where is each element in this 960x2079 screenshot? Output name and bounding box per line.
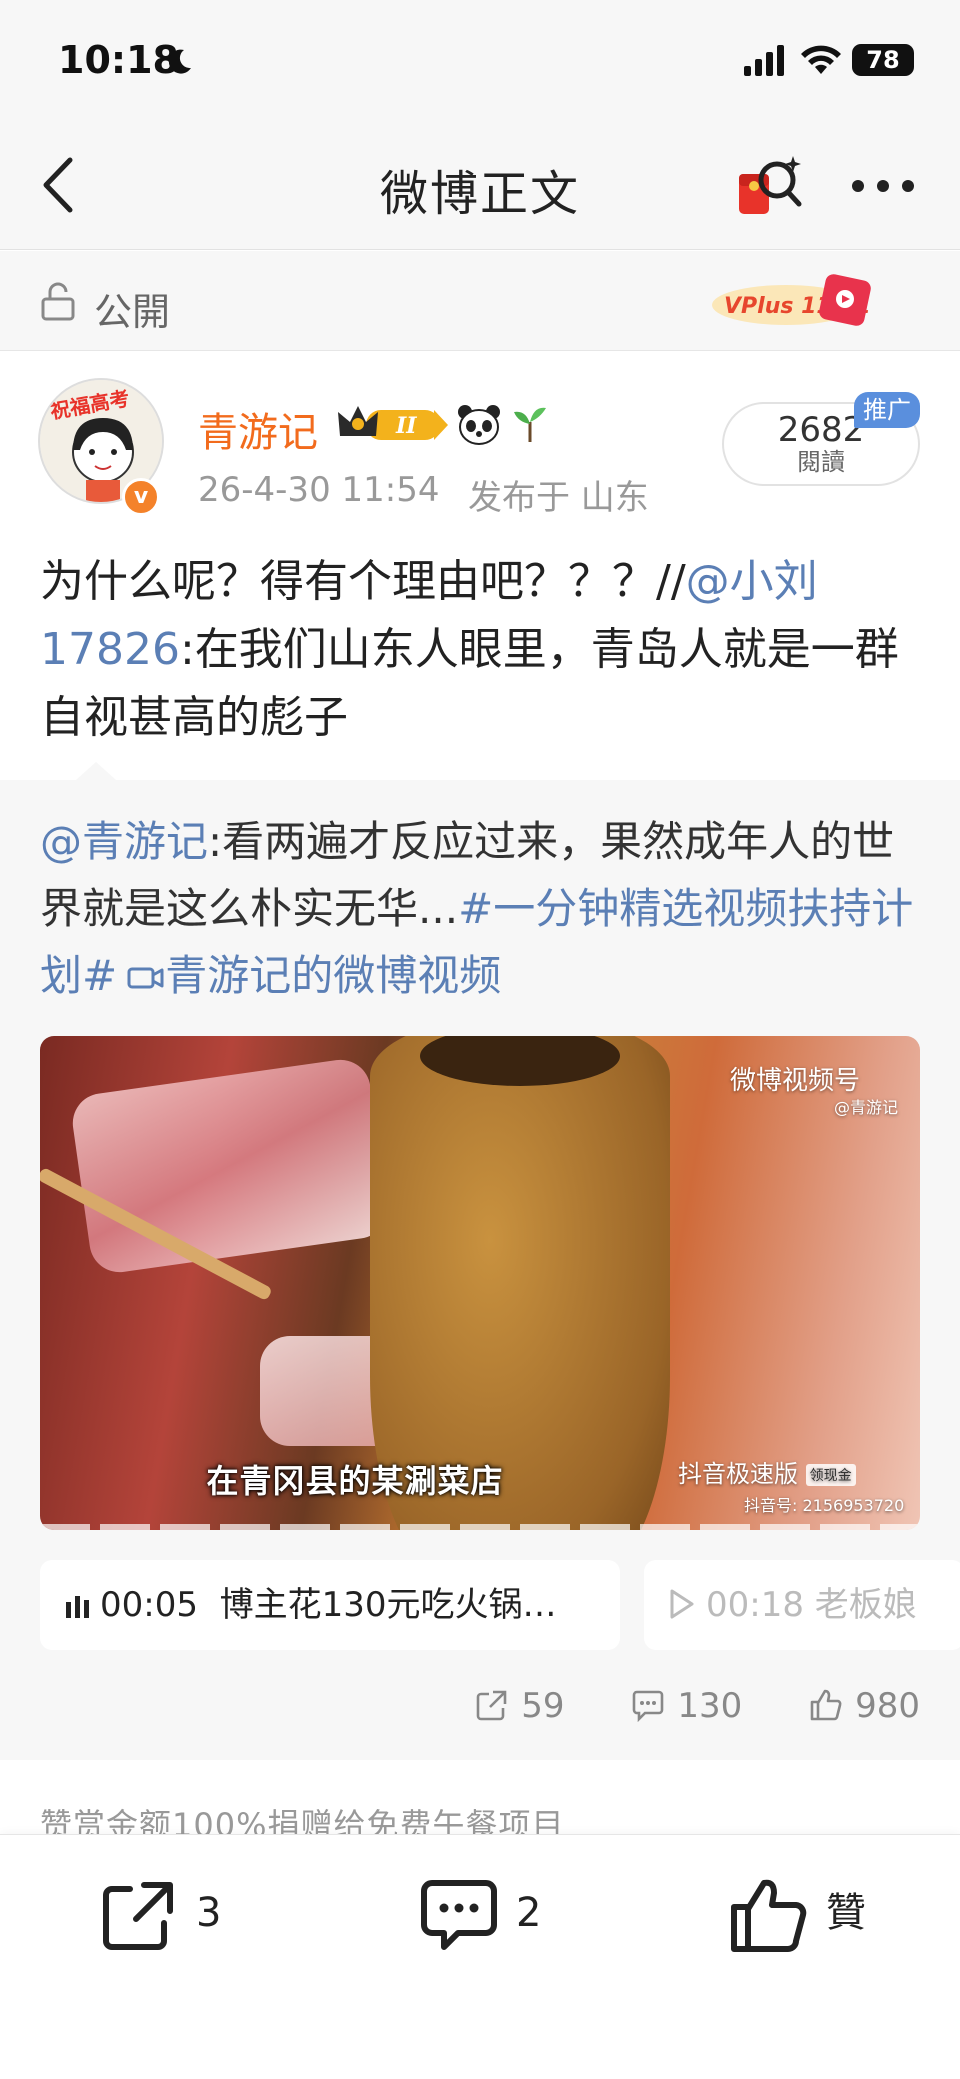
like-button[interactable]: 贊 — [730, 1873, 866, 1953]
video-thumbnail[interactable]: 微博视频号 @青游记 在青冈县的某涮菜店 抖音极速版 领现金 抖音号: 2156… — [40, 1036, 920, 1530]
chapter-title: 老板娘 — [814, 1585, 917, 1625]
status-bar: 10:18 78 — [0, 0, 960, 120]
thumbs-up-icon — [810, 1689, 842, 1721]
retweet-action-bar: 59 130 980 — [419, 1686, 920, 1726]
promoted-tag: 推广 — [854, 392, 920, 428]
retweet-text: @青游记:看两遍才反应过来，果然成年人的世界就是这么朴实无华...#一分钟精选视… — [40, 808, 930, 1009]
verified-badge: v — [122, 478, 160, 516]
crown-level-text: II — [395, 413, 417, 439]
read-label: 閱讀 — [797, 448, 845, 476]
repost-icon — [476, 1690, 507, 1721]
retweet-author-link[interactable]: @青游记 — [40, 817, 208, 866]
retweet-comment-action[interactable]: 130 — [631, 1686, 742, 1726]
sprout-icon — [514, 407, 546, 442]
douyin-id: 抖音号: 2156953720 — [744, 1496, 905, 1515]
video-caption: 在青冈县的某涮菜店 — [206, 1462, 504, 1500]
play-icon — [670, 1589, 694, 1619]
visibility-row: 公開 VPlus 11·11 — [0, 251, 960, 351]
visibility-label: 公開 — [94, 290, 171, 334]
video-progress-marks — [40, 1524, 920, 1530]
unlock-icon — [41, 282, 75, 321]
chapter-title: 博主花130元吃火锅… — [219, 1585, 557, 1625]
cellular-signal-icon — [744, 45, 784, 76]
vplus-promo-badge[interactable]: VPlus 11·11 — [704, 269, 884, 333]
retweet-repost-count: 59 — [521, 1686, 565, 1726]
share-count: 3 — [196, 1890, 222, 1936]
douyin-watermark: 抖音极速版 领现金 — [678, 1454, 856, 1489]
post-location: 发布于 山东 — [468, 478, 649, 518]
video-chapter-card[interactable]: 00:05 博主花130元吃火锅… — [40, 1560, 620, 1650]
nav-bar: 微博正文 — [0, 120, 960, 250]
bottom-action-bar: 3 2 贊 — [0, 1834, 960, 2079]
share-button[interactable]: 3 — [100, 1873, 221, 1953]
retweet-like-count: 980 — [855, 1686, 920, 1726]
author-name[interactable]: 青游记 — [198, 400, 318, 458]
video-chapter-card[interactable]: 00:18 老板娘 — [644, 1560, 960, 1650]
video-camera-icon — [127, 967, 164, 989]
post-text: 为什么呢？得有个理由吧？？？//@小刘17826:在我们山东人眼里，青岛人就是一… — [40, 548, 920, 752]
thumbs-up-icon — [731, 1879, 807, 1952]
chapter-time: 00:18 — [706, 1585, 804, 1625]
more-options-icon[interactable] — [848, 176, 918, 196]
retweet-pointer — [76, 762, 116, 780]
retweeted-post[interactable]: @青游记:看两遍才反应过来，果然成年人的世界就是这么朴实无华...#一分钟精选视… — [0, 762, 960, 1760]
battery-indicator: 78 — [852, 44, 914, 76]
comment-button[interactable]: 2 — [420, 1873, 541, 1953]
moon-icon — [168, 49, 191, 74]
panda-icon — [458, 405, 500, 445]
douyin-label: 抖音极速版 — [678, 1460, 798, 1488]
video-link[interactable]: 青游记的微博视频 — [165, 951, 501, 1000]
comment-count: 2 — [516, 1890, 542, 1936]
page-title: 微博正文 — [379, 166, 580, 222]
retweet-comment-count: 130 — [677, 1686, 743, 1726]
retweet-repost-action[interactable]: 59 — [475, 1686, 565, 1726]
post-text-main: 为什么呢？得有个理由吧？？？// — [40, 556, 686, 607]
share-icon — [103, 1882, 173, 1950]
like-label: 贊 — [826, 1890, 866, 1936]
status-time: 10:18 — [58, 38, 179, 82]
retweet-like-action[interactable]: 980 — [809, 1686, 920, 1726]
weibo-video-watermark-handle: @青游记 — [834, 1098, 899, 1117]
post-timestamp: 26-4-30 11:54 — [198, 470, 440, 510]
audio-bars-icon — [66, 1596, 89, 1618]
weibo-video-watermark: 微博视频号 — [730, 1066, 861, 1096]
comment-icon — [633, 1690, 664, 1723]
crown-level-badge[interactable]: II — [336, 402, 450, 446]
comment-icon — [421, 1880, 497, 1950]
douyin-badge: 领现金 — [805, 1464, 856, 1486]
video-frame-meat — [68, 1055, 392, 1277]
red-packet-search-icon[interactable] — [735, 150, 807, 222]
wifi-icon — [801, 45, 841, 74]
chapter-time: 00:05 — [100, 1585, 198, 1625]
